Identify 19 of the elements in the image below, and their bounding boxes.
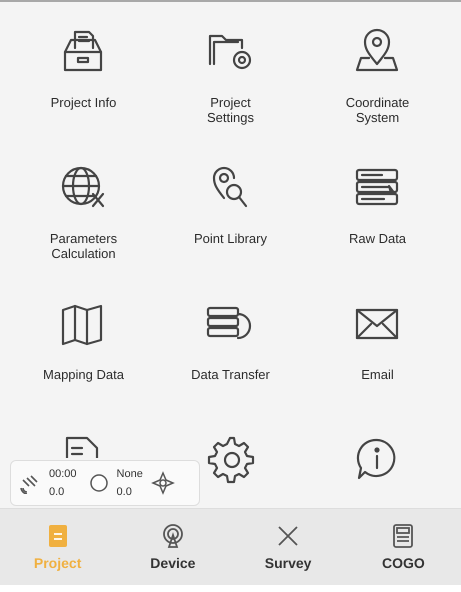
nav-tab[interactable]: Survey [230, 509, 346, 585]
tile-label[interactable]: Raw Data [348, 232, 406, 247]
solution-text: None [116, 468, 143, 480]
circle-icon [88, 473, 109, 493]
nav-tab[interactable]: Device [115, 509, 230, 585]
tile-label[interactable]: Point Library [194, 232, 267, 247]
value-text: 0.0 [116, 486, 133, 498]
tile-label[interactable]: Parameters Calculation [40, 232, 126, 262]
time-text: 00:00 [49, 468, 77, 480]
nav-tab[interactable]: COGO [346, 509, 461, 585]
tile-label[interactable]: Mapping Data [43, 368, 124, 383]
tile-label[interactable]: Data Transfer [191, 368, 270, 383]
tile-label[interactable]: Email [361, 368, 394, 383]
tile-label[interactable]: Project Settings [188, 96, 274, 126]
tile-label[interactable]: Coordinate System [334, 96, 420, 126]
value-text: 0.0 [49, 486, 66, 498]
status-widget[interactable]: 00:00 0.0 None 0.0 [10, 460, 200, 506]
tile-label[interactable]: Project Info [50, 96, 116, 111]
compass-icon [150, 471, 175, 495]
